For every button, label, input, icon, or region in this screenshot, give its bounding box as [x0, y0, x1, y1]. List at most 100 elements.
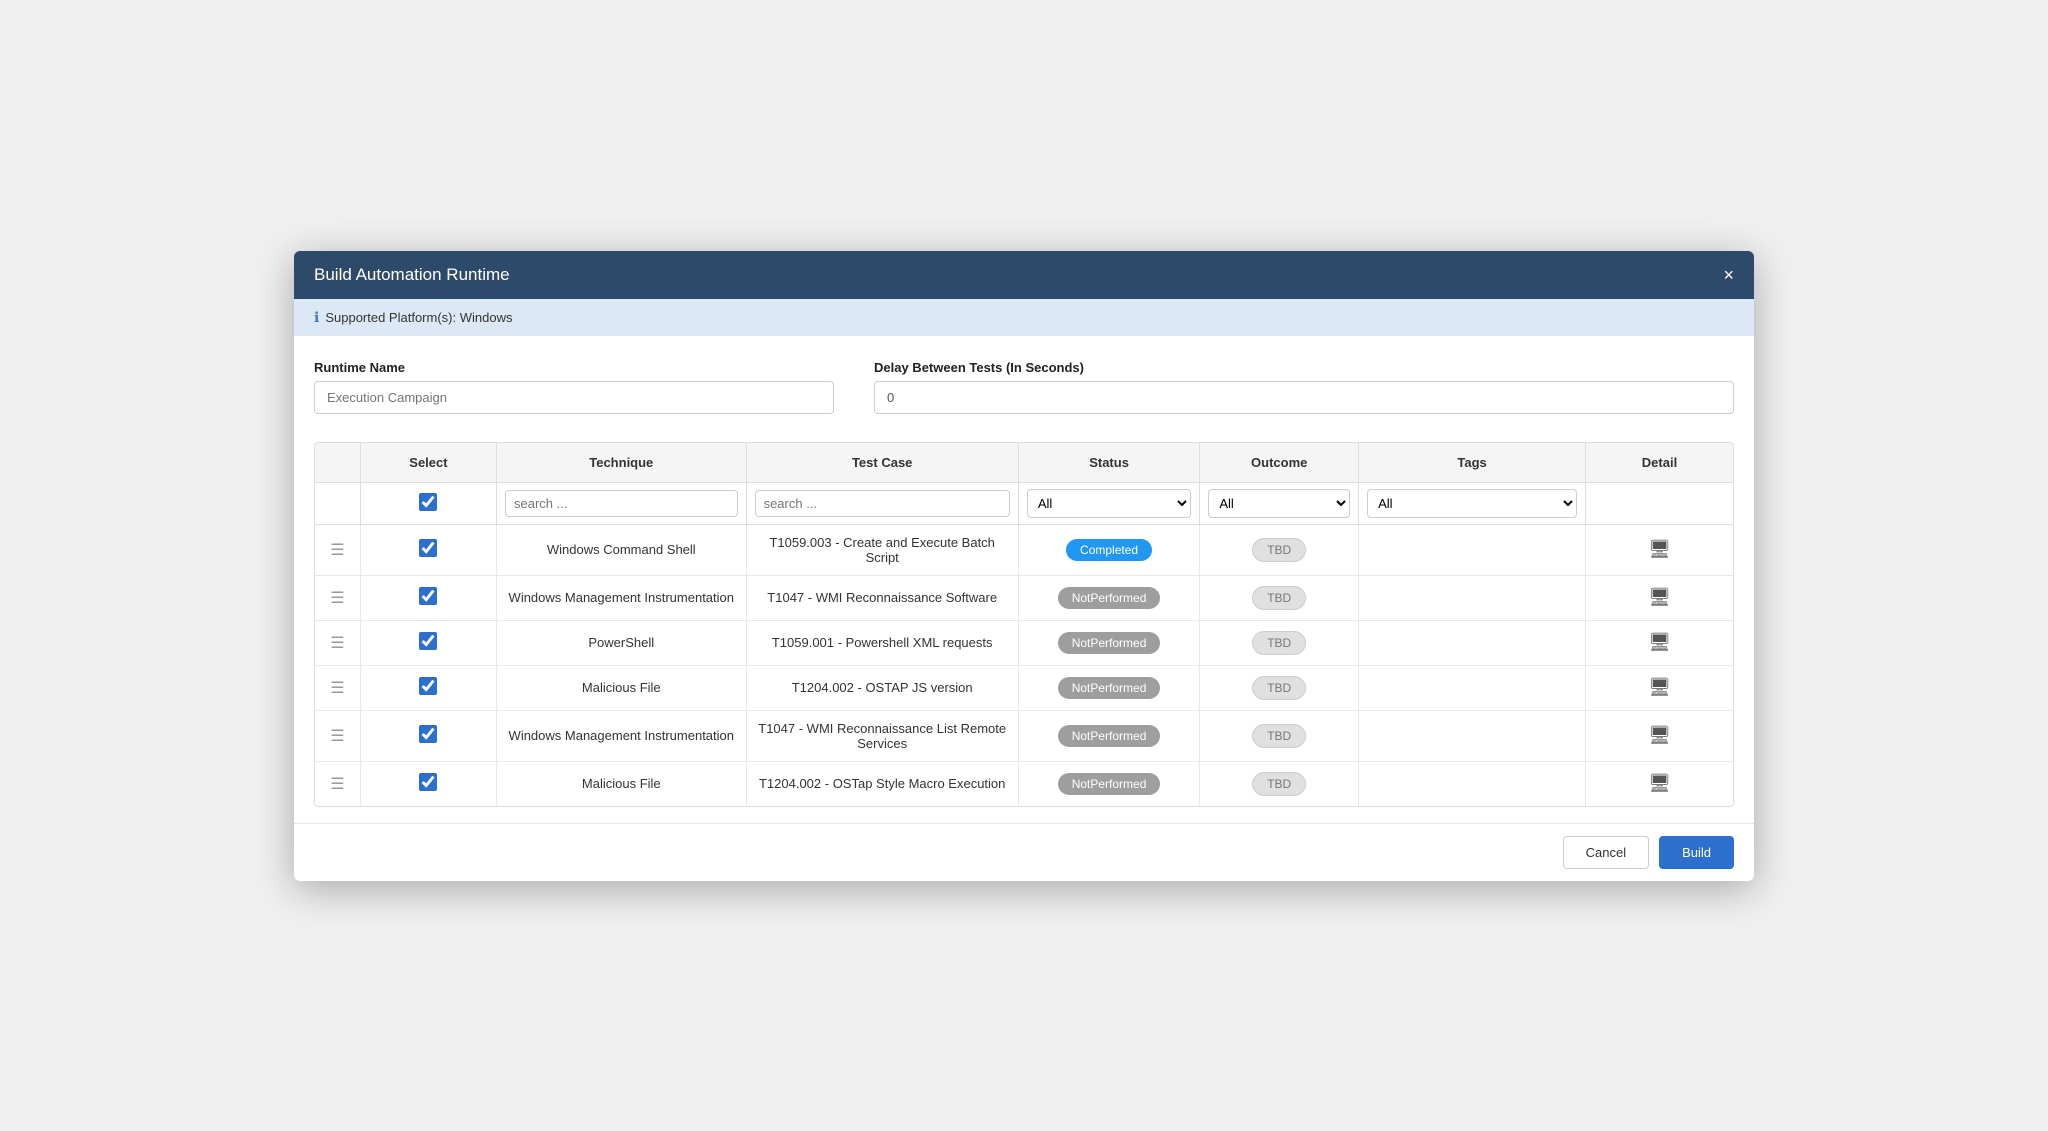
row-select-cell	[360, 665, 496, 710]
row-checkbox[interactable]	[419, 677, 437, 695]
tags-filter-select[interactable]: All	[1367, 489, 1577, 518]
form-row: Runtime Name Delay Between Tests (In Sec…	[314, 360, 1734, 414]
col-technique: Technique	[497, 443, 747, 483]
filter-technique-cell	[497, 482, 747, 524]
table-row: ☰Malicious FileT1204.002 - OSTAP JS vers…	[315, 665, 1733, 710]
row-outcome: TBD	[1200, 710, 1359, 761]
row-status: Completed	[1018, 524, 1200, 575]
row-drag-handle[interactable]: ☰	[315, 710, 360, 761]
row-outcome: TBD	[1200, 620, 1359, 665]
col-status: Status	[1018, 443, 1200, 483]
delay-group: Delay Between Tests (In Seconds)	[874, 360, 1734, 414]
col-detail: Detail	[1586, 443, 1734, 483]
row-tags	[1359, 620, 1586, 665]
row-technique: Malicious File	[497, 761, 747, 806]
row-checkbox[interactable]	[419, 587, 437, 605]
status-badge: NotPerformed	[1058, 725, 1161, 747]
row-drag-handle[interactable]: ☰	[315, 665, 360, 710]
row-drag-handle[interactable]: ☰	[315, 620, 360, 665]
row-technique: Windows Management Instrumentation	[497, 710, 747, 761]
delay-input[interactable]	[874, 381, 1734, 414]
table-row: ☰Windows Command ShellT1059.003 - Create…	[315, 524, 1733, 575]
row-select-cell	[360, 620, 496, 665]
row-test-case: T1204.002 - OSTap Style Macro Execution	[746, 761, 1018, 806]
status-badge: NotPerformed	[1058, 632, 1161, 654]
monitor-icon: 🖥	[1648, 725, 1671, 745]
drag-icon: ☰	[330, 542, 344, 559]
status-badge: NotPerformed	[1058, 677, 1161, 699]
filter-select-cell	[360, 482, 496, 524]
test-case-search-input[interactable]	[755, 490, 1010, 517]
row-outcome: TBD	[1200, 575, 1359, 620]
status-filter-select[interactable]: All Completed NotPerformed	[1027, 489, 1192, 518]
row-test-case: T1059.001 - Powershell XML requests	[746, 620, 1018, 665]
row-checkbox[interactable]	[419, 725, 437, 743]
row-drag-handle[interactable]: ☰	[315, 524, 360, 575]
drag-icon: ☰	[330, 728, 344, 745]
build-button[interactable]: Build	[1659, 836, 1734, 869]
row-tags	[1359, 761, 1586, 806]
delay-label: Delay Between Tests (In Seconds)	[874, 360, 1734, 375]
row-technique: Windows Command Shell	[497, 524, 747, 575]
row-checkbox[interactable]	[419, 773, 437, 791]
runtime-name-input[interactable]	[314, 381, 834, 414]
col-outcome: Outcome	[1200, 443, 1359, 483]
monitor-icon: 🖥	[1648, 632, 1671, 652]
cancel-button[interactable]: Cancel	[1563, 836, 1649, 869]
table-row: ☰Windows Management InstrumentationT1047…	[315, 710, 1733, 761]
close-button[interactable]: ×	[1723, 266, 1734, 284]
outcome-badge: TBD	[1252, 538, 1306, 562]
row-checkbox[interactable]	[419, 539, 437, 557]
row-detail[interactable]: 🖥	[1586, 575, 1734, 620]
row-select-cell	[360, 710, 496, 761]
table-row: ☰ Windows Management InstrumentationT1047…	[315, 575, 1733, 620]
col-test-case: Test Case	[746, 443, 1018, 483]
test-cases-table: Select Technique Test Case Status Outcom…	[315, 443, 1733, 806]
modal-title: Build Automation Runtime	[314, 265, 510, 285]
technique-search-input[interactable]	[505, 490, 738, 517]
row-outcome: TBD	[1200, 665, 1359, 710]
row-detail[interactable]: 🖥	[1586, 620, 1734, 665]
filter-detail-cell	[1586, 482, 1734, 524]
row-detail[interactable]: 🖥	[1586, 761, 1734, 806]
row-detail[interactable]: 🖥	[1586, 710, 1734, 761]
filter-status-cell: All Completed NotPerformed	[1018, 482, 1200, 524]
row-status: NotPerformed	[1018, 710, 1200, 761]
row-select-cell	[360, 761, 496, 806]
filter-tags-cell: All	[1359, 482, 1586, 524]
modal-body: Runtime Name Delay Between Tests (In Sec…	[294, 336, 1754, 823]
row-detail[interactable]: 🖥	[1586, 524, 1734, 575]
row-tags	[1359, 524, 1586, 575]
outcome-badge: TBD	[1252, 676, 1306, 700]
row-detail[interactable]: 🖥	[1586, 665, 1734, 710]
platform-text: Supported Platform(s): Windows	[325, 310, 512, 325]
row-technique: Windows Management Instrumentation	[497, 575, 747, 620]
status-badge: NotPerformed	[1058, 587, 1161, 609]
row-checkbox[interactable]	[419, 632, 437, 650]
filter-row: All Completed NotPerformed All TBD	[315, 482, 1733, 524]
modal-footer: Cancel Build	[294, 823, 1754, 881]
filter-test-case-cell	[746, 482, 1018, 524]
row-outcome: TBD	[1200, 524, 1359, 575]
select-all-checkbox[interactable]	[419, 493, 437, 511]
row-drag-handle[interactable]: ☰	[315, 575, 360, 620]
runtime-name-label: Runtime Name	[314, 360, 834, 375]
monitor-icon: 🖥	[1648, 587, 1671, 607]
row-technique: PowerShell	[497, 620, 747, 665]
outcome-filter-select[interactable]: All TBD	[1208, 489, 1350, 518]
row-select-cell	[360, 524, 496, 575]
row-tags	[1359, 665, 1586, 710]
drag-icon: ☰	[330, 590, 344, 607]
test-cases-table-wrapper: Select Technique Test Case Status Outcom…	[314, 442, 1734, 807]
row-drag-handle[interactable]: ☰	[315, 761, 360, 806]
modal-header: Build Automation Runtime ×	[294, 251, 1754, 299]
row-status: NotPerformed	[1018, 761, 1200, 806]
row-test-case: T1047 - WMI Reconnaissance Software	[746, 575, 1018, 620]
runtime-name-group: Runtime Name	[314, 360, 834, 414]
outcome-badge: TBD	[1252, 586, 1306, 610]
status-badge: NotPerformed	[1058, 773, 1161, 795]
row-select-cell	[360, 575, 496, 620]
table-row: ☰ Malicious FileT1204.002 - OSTap Style M…	[315, 761, 1733, 806]
col-select: Select	[360, 443, 496, 483]
table-row: ☰ PowerShellT1059.001 - Powershell XML re…	[315, 620, 1733, 665]
